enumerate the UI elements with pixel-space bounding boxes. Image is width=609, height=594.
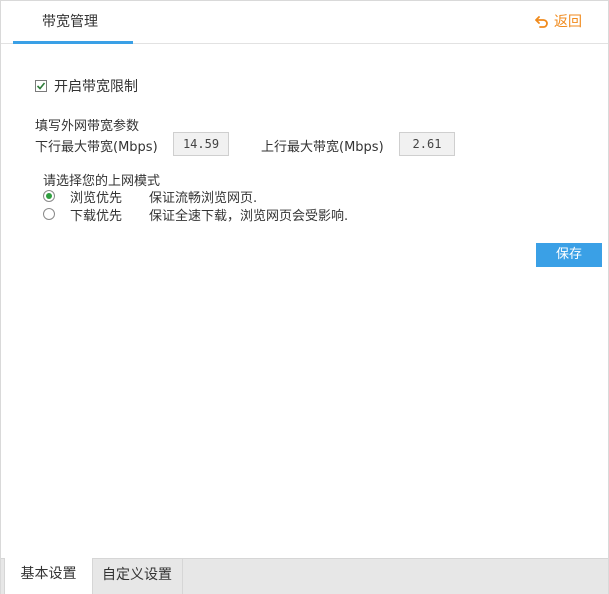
undo-arrow-icon — [535, 16, 548, 28]
enable-limit-label: 开启带宽限制 — [54, 79, 138, 95]
back-button[interactable]: 返回 — [535, 11, 582, 31]
panel-header: 带宽管理 返回 — [1, 1, 608, 44]
tab-label: 带宽管理 — [42, 14, 98, 30]
tab-basic-settings[interactable]: 基本设置 — [4, 558, 93, 594]
mode-option-browse[interactable]: 浏览优先 保证流畅浏览网页. — [43, 187, 543, 206]
enable-limit-row[interactable]: 开启带宽限制 — [35, 76, 138, 96]
radio-download[interactable] — [43, 208, 55, 220]
enable-limit-checkbox[interactable] — [35, 80, 47, 92]
radio-selected-dot — [46, 193, 52, 199]
mode-desc: 保证流畅浏览网页. — [149, 191, 258, 206]
download-field[interactable]: 14.59 — [173, 132, 229, 156]
checkmark-icon — [36, 82, 46, 90]
tab-bandwidth-management[interactable]: 带宽管理 — [13, 1, 133, 44]
download-label: 下行最大带宽(Mbps) — [35, 140, 158, 155]
mode-name: 浏览优先 — [70, 191, 123, 206]
mode-option-download[interactable]: 下载优先 保证全速下载，浏览网页会受影响. — [43, 205, 543, 224]
upload-label: 上行最大带宽(Mbps) — [261, 140, 384, 155]
mode-name: 下载优先 — [70, 209, 123, 224]
bandwidth-panel: 带宽管理 返回 开启带宽限制 填写外网带宽参数 下行最大带宽(Mbps) 14.… — [0, 0, 609, 594]
mode-desc: 保证全速下载，浏览网页会受影响. — [149, 209, 349, 224]
tab-active-indicator — [13, 41, 133, 44]
bandwidth-row: 下行最大带宽(Mbps) 14.59 上行最大带宽(Mbps) 2.61 — [35, 132, 595, 156]
back-label: 返回 — [554, 14, 582, 30]
upload-field[interactable]: 2.61 — [399, 132, 455, 156]
radio-browse[interactable] — [43, 190, 55, 202]
bottom-tab-bar: 基本设置 自定义设置 — [1, 558, 608, 594]
tab-custom-settings[interactable]: 自定义设置 — [92, 559, 183, 594]
save-button[interactable]: 保存 — [536, 243, 602, 267]
